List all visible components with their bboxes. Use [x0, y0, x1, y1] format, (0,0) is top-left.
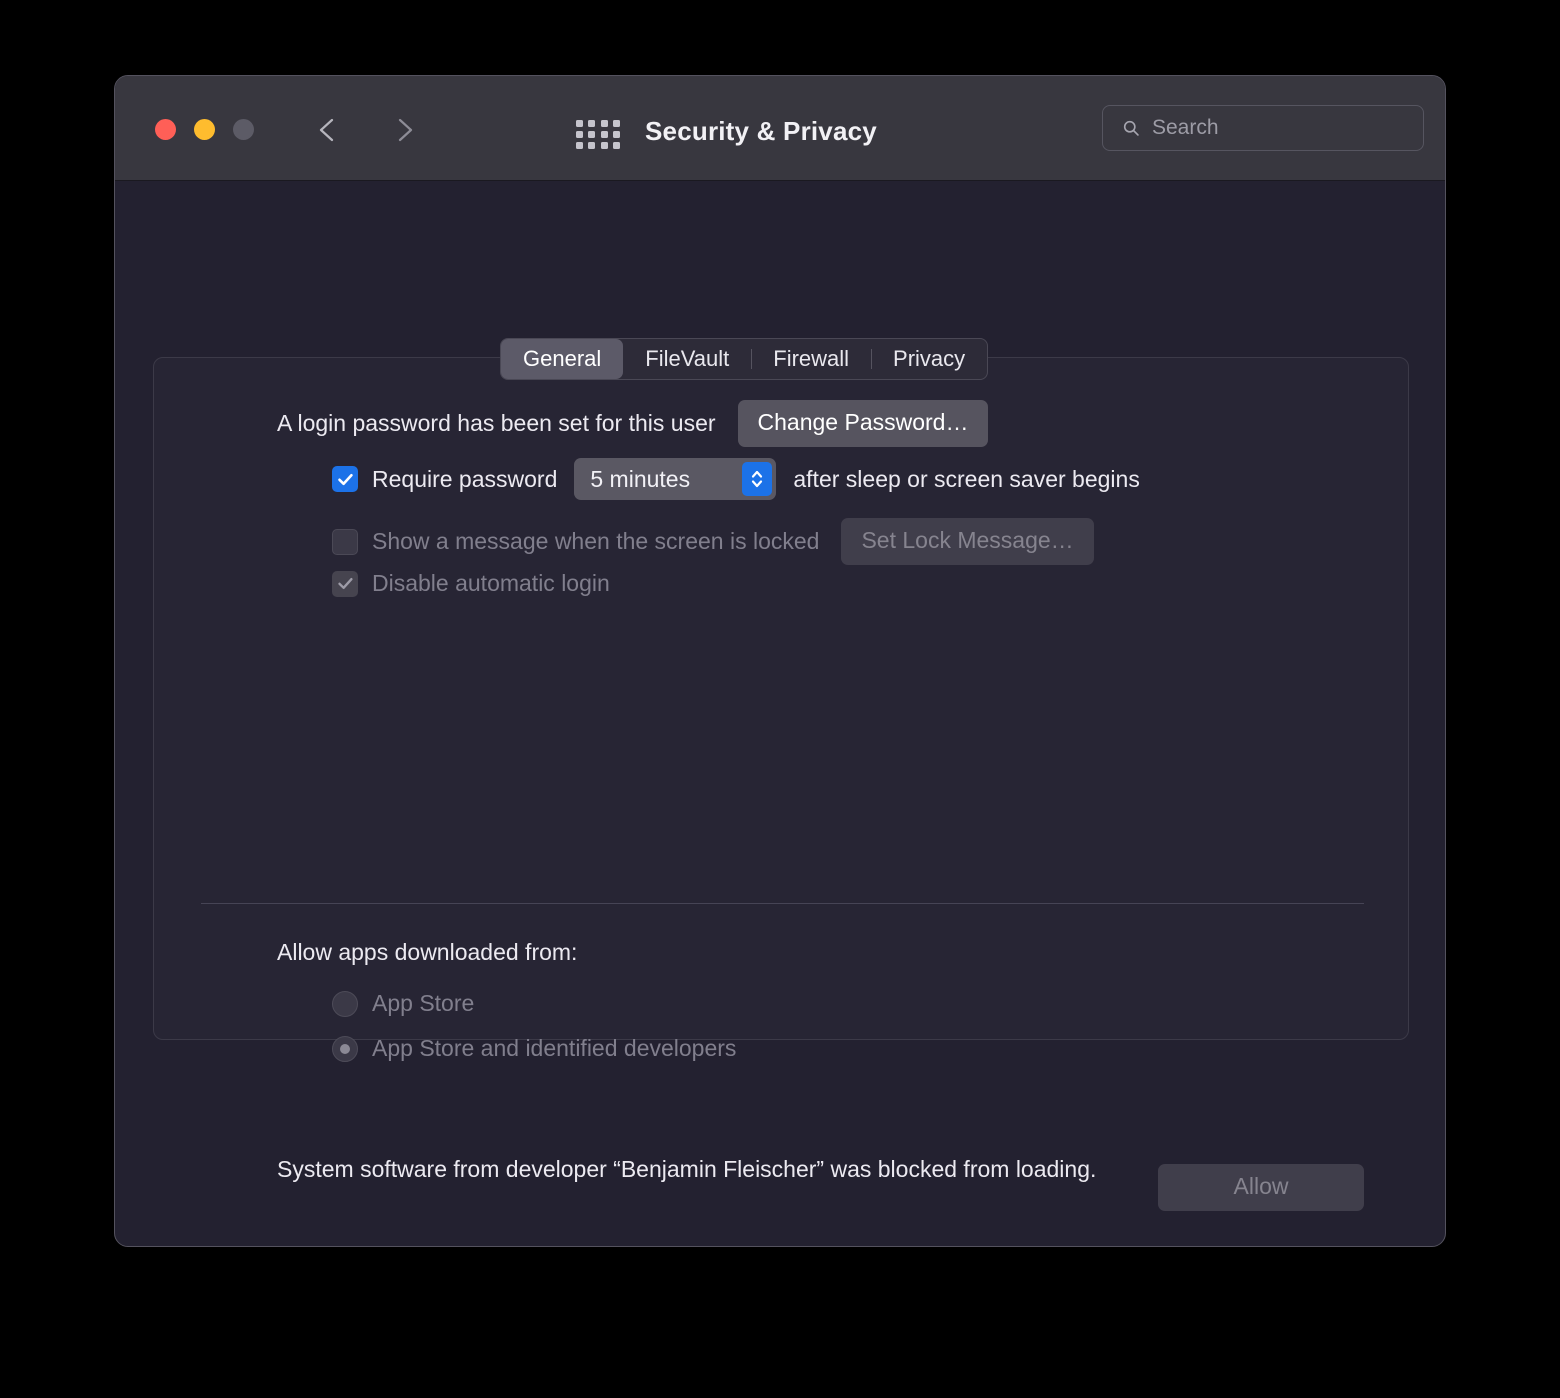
maximize-window-button[interactable] — [233, 119, 254, 140]
security-privacy-window: Security & Privacy General FileVault Fir… — [114, 75, 1446, 1247]
chevron-up-down-icon[interactable] — [742, 462, 773, 496]
allow-apps-heading-row: Allow apps downloaded from: — [277, 939, 577, 966]
window-footer: Click the lock to make changes. Advanced… — [115, 1040, 1445, 1246]
section-divider — [201, 903, 1364, 904]
set-lock-message-button[interactable]: Set Lock Message… — [841, 518, 1094, 565]
tab-bar: General FileVault Firewall Privacy — [500, 338, 989, 380]
disable-auto-login-checkbox[interactable] — [332, 570, 358, 597]
window-toolbar: Security & Privacy — [115, 76, 1445, 181]
require-password-checkbox[interactable] — [332, 466, 358, 492]
tab-filevault[interactable]: FileVault — [623, 339, 751, 379]
disable-auto-login-label: Disable automatic login — [372, 570, 610, 596]
password-delay-popup[interactable]: 5 minutes — [574, 458, 777, 500]
chevron-right-icon[interactable] — [387, 112, 421, 148]
app-store-radio[interactable] — [332, 990, 358, 1017]
page-title: Security & Privacy — [645, 116, 877, 146]
show-lock-message-checkbox[interactable] — [332, 528, 358, 555]
require-password-suffix: after sleep or screen saver begins — [793, 465, 1140, 492]
search-icon — [1122, 117, 1140, 139]
change-password-button[interactable]: Change Password… — [737, 400, 989, 447]
window-body: General FileVault Firewall Privacy A log… — [115, 181, 1445, 1246]
show-all-grid-icon[interactable] — [576, 120, 621, 149]
close-window-button[interactable] — [155, 119, 176, 140]
login-password-status: A login password has been set for this u… — [277, 410, 716, 436]
disable-auto-login-row: Disable automatic login — [332, 570, 610, 597]
password-delay-value: 5 minutes — [590, 465, 691, 492]
tab-firewall[interactable]: Firewall — [751, 339, 871, 379]
search-input[interactable] — [1152, 116, 1423, 140]
show-lock-message-label: Show a message when the screen is locked — [372, 528, 820, 554]
search-field[interactable] — [1102, 105, 1424, 151]
tab-privacy[interactable]: Privacy — [871, 339, 987, 379]
app-store-label: App Store — [372, 990, 475, 1016]
tab-general[interactable]: General — [501, 339, 624, 379]
require-password-label: Require password — [372, 465, 558, 492]
show-lock-message-row: Show a message when the screen is locked… — [332, 518, 1094, 565]
minimize-window-button[interactable] — [194, 119, 215, 140]
general-settings-panel: A login password has been set for this u… — [153, 357, 1409, 1211]
chevron-left-icon[interactable] — [311, 112, 345, 148]
radio-app-store-row[interactable]: App Store — [332, 990, 474, 1017]
login-password-row: A login password has been set for this u… — [277, 400, 989, 447]
require-password-row: Require password 5 minutes after sleep o… — [332, 458, 1140, 500]
allow-apps-heading: Allow apps downloaded from: — [277, 939, 578, 965]
